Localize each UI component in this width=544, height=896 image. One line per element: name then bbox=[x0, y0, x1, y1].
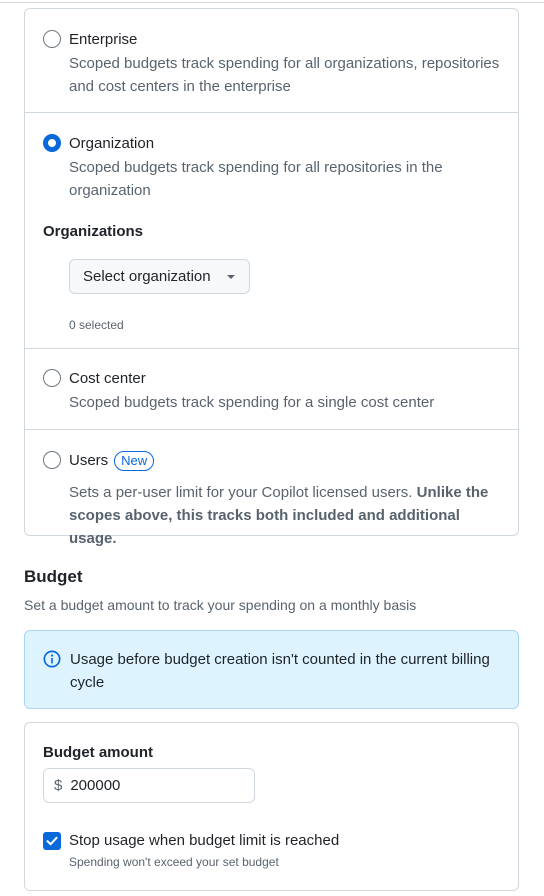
stop-usage-label: Stop usage when budget limit is reached bbox=[69, 832, 340, 849]
budget-amount-value[interactable]: 200000 bbox=[70, 777, 120, 794]
scope-option-users[interactable]: Users New Sets a per-user limit for your … bbox=[25, 430, 518, 547]
users-radio[interactable] bbox=[43, 451, 61, 469]
users-description: Sets a per-user limit for your Copilot l… bbox=[69, 481, 509, 550]
info-text: Usage before budget creation isn't count… bbox=[70, 651, 490, 691]
organizations-label: Organizations bbox=[43, 223, 144, 240]
cost-center-radio[interactable] bbox=[43, 369, 61, 387]
users-description-text: Sets a per-user limit for your Copilot l… bbox=[69, 484, 413, 501]
users-title-row: Users New bbox=[69, 451, 155, 472]
scope-option-organization[interactable]: Organization Scoped budgets track spendi… bbox=[25, 113, 518, 349]
currency-prefix: $ bbox=[54, 777, 63, 794]
scope-options-box: Enterprise Scoped budgets track spending… bbox=[24, 8, 519, 547]
triangle-down-icon bbox=[227, 275, 235, 279]
select-organization-label: Select organization bbox=[83, 268, 211, 285]
users-title: Users bbox=[69, 452, 109, 469]
scope-option-cost-center[interactable]: Cost center Scoped budgets track spendin… bbox=[25, 349, 518, 430]
enterprise-description: Scoped budgets track spending for all or… bbox=[69, 55, 500, 95]
select-organization-button[interactable]: Select organization bbox=[69, 259, 250, 294]
cost-center-title: Cost center bbox=[69, 370, 146, 387]
enterprise-radio[interactable] bbox=[43, 30, 61, 48]
budget-amount-box: Budget amount $ 200000 Stop usage when b… bbox=[24, 722, 519, 891]
top-divider bbox=[0, 0, 544, 3]
organization-radio[interactable] bbox=[43, 134, 61, 152]
cost-center-description: Scoped budgets track spending for a sing… bbox=[69, 394, 435, 411]
budget-section-description: Set a budget amount to track your spendi… bbox=[24, 597, 417, 613]
budget-amount-label: Budget amount bbox=[43, 744, 153, 761]
check-icon bbox=[46, 836, 58, 846]
info-banner: Usage before budget creation isn't count… bbox=[24, 630, 519, 709]
budget-amount-input[interactable]: $ 200000 bbox=[43, 768, 255, 803]
organization-description: Scoped budgets track spending for all re… bbox=[69, 159, 443, 199]
stop-usage-note: Spending won't exceed your set budget bbox=[69, 855, 279, 869]
budget-section-title: Budget bbox=[24, 567, 83, 586]
selected-count: 0 selected bbox=[69, 318, 124, 332]
new-badge: New bbox=[114, 451, 155, 472]
scope-option-enterprise[interactable]: Enterprise Scoped budgets track spending… bbox=[25, 9, 518, 113]
organization-title: Organization bbox=[69, 135, 155, 152]
stop-usage-checkbox[interactable] bbox=[43, 832, 61, 850]
enterprise-title: Enterprise bbox=[69, 31, 138, 48]
info-icon bbox=[43, 650, 61, 668]
